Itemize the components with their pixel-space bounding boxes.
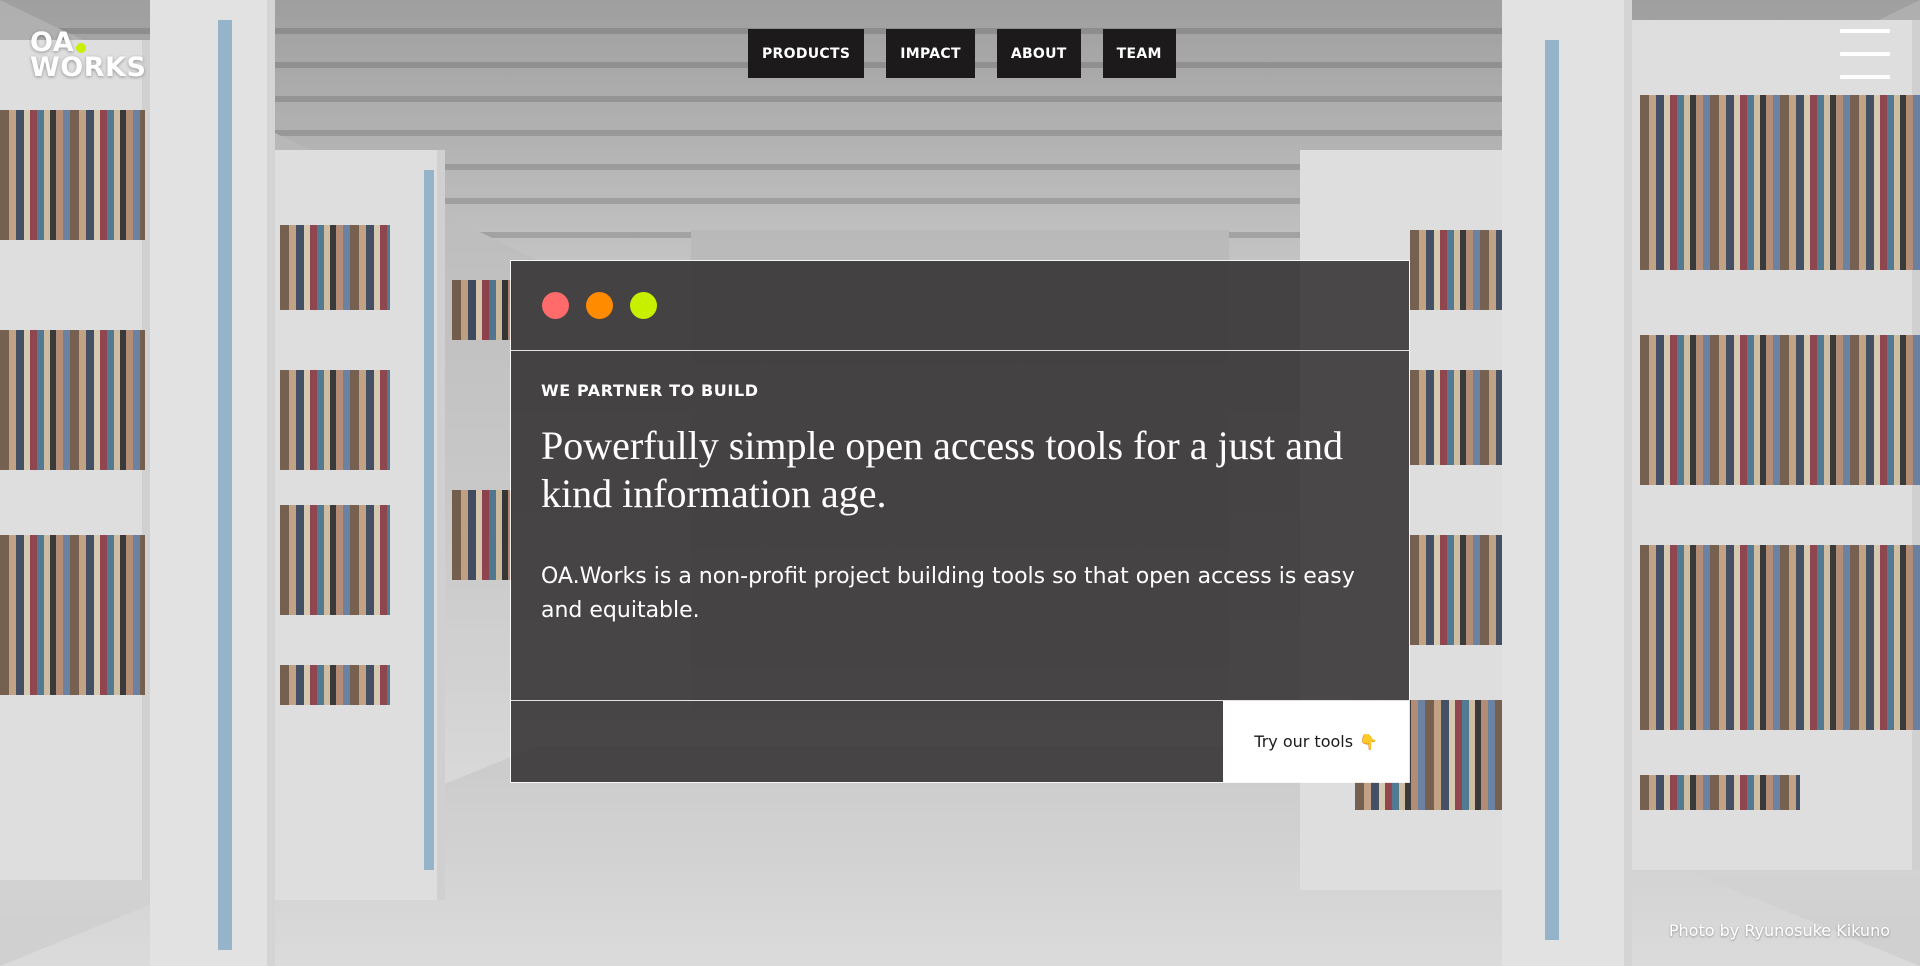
lime-dot-icon	[630, 292, 657, 319]
pointing-down-hand-icon: 👇	[1359, 732, 1378, 751]
nav-products[interactable]: PRODUCTS	[748, 29, 865, 78]
headline: Powerfully simple open access tools for …	[541, 423, 1344, 516]
red-dot-icon	[542, 292, 569, 319]
eyebrow-text: WE PARTNER TO BUILD	[541, 381, 759, 400]
nav-team[interactable]: TEAM	[1102, 29, 1176, 78]
hamburger-menu-icon[interactable]	[1840, 29, 1890, 79]
card-footer: Try our tools 👇	[511, 700, 1409, 782]
card-body: WE PARTNER TO BUILD Powerfully simple op…	[511, 351, 1409, 700]
cta-label: Try our tools	[1254, 732, 1354, 751]
nav-impact[interactable]: IMPACT	[886, 29, 975, 78]
description: OA.Works is a non-profit project buildin…	[541, 564, 1355, 623]
window-dots	[542, 292, 657, 319]
logo-text-bottom: WORKS	[30, 52, 147, 83]
orange-dot-icon	[586, 292, 613, 319]
photo-credit[interactable]: Photo by Ryunosuke Kikuno	[1669, 921, 1890, 940]
nav-about[interactable]: ABOUT	[996, 29, 1081, 78]
try-our-tools-button[interactable]: Try our tools 👇	[1223, 701, 1409, 782]
hero-card: WE PARTNER TO BUILD Powerfully simple op…	[510, 260, 1410, 783]
card-titlebar	[511, 261, 1409, 351]
main-nav: PRODUCTS IMPACT ABOUT TEAM	[748, 29, 1176, 78]
logo[interactable]: OA WORKS	[30, 29, 147, 83]
